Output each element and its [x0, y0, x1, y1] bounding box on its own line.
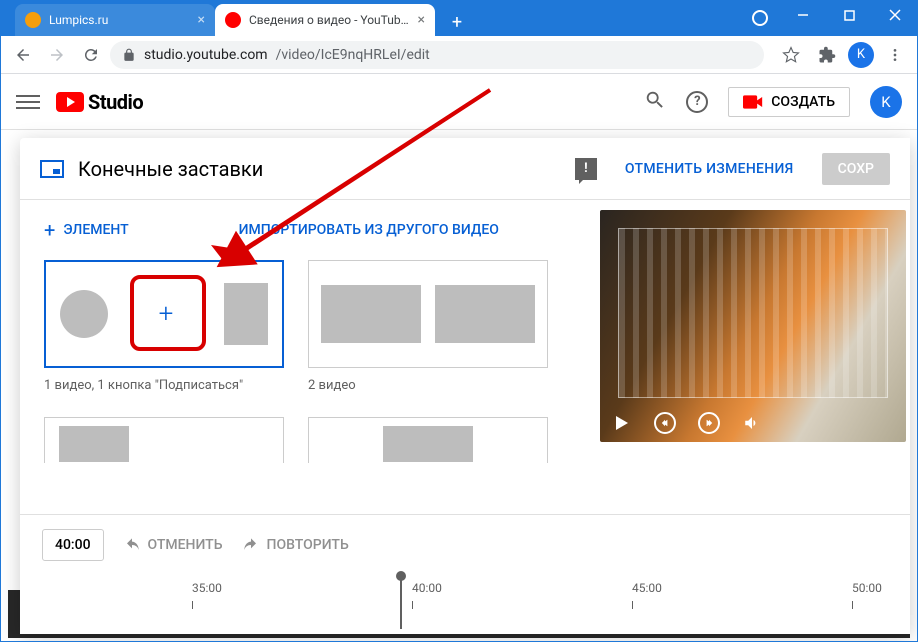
forward-button[interactable]: [698, 412, 720, 434]
video-preview-panel: [600, 200, 910, 514]
editor-title: Конечные заставки: [78, 157, 561, 181]
current-time[interactable]: 40:00: [42, 529, 104, 561]
redo-label: ПОВТОРИТЬ: [267, 537, 349, 553]
shield-icon[interactable]: [752, 10, 768, 26]
play-button[interactable]: [612, 413, 632, 433]
templates-panel: + ЭЛЕМЕНТ ИМПОРТИРОВАТЬ ИЗ ДРУГОГО ВИДЕО…: [20, 200, 600, 514]
plus-icon: +: [159, 299, 174, 329]
minimize-button[interactable]: [780, 0, 826, 30]
undo-icon: [122, 538, 142, 552]
video-rect-icon: [383, 426, 473, 462]
rewind-button[interactable]: [654, 412, 676, 434]
maximize-button[interactable]: [826, 0, 872, 30]
add-video-slot[interactable]: +: [122, 282, 210, 346]
menu-button[interactable]: [880, 40, 910, 70]
hamburger-icon[interactable]: [16, 90, 40, 114]
template-partial-2[interactable]: [308, 417, 548, 463]
video-preview[interactable]: [600, 210, 906, 442]
close-icon[interactable]: ×: [418, 12, 425, 28]
create-label: СОЗДАТЬ: [771, 94, 835, 110]
timeline: 40:00 ОТМЕНИТЬ ПОВТОРИТЬ 35:00 40:00 45:…: [20, 514, 910, 634]
studio-label: Studio: [88, 90, 143, 114]
cancel-button[interactable]: ОТМЕНИТЬ ИЗМЕНЕНИЯ: [625, 161, 794, 177]
import-button[interactable]: ИМПОРТИРОВАТЬ ИЗ ДРУГОГО ВИДЕО: [239, 218, 499, 242]
browser-profile-avatar[interactable]: K: [848, 42, 874, 68]
end-screen-editor: Конечные заставки ! ОТМЕНИТЬ ИЗМЕНЕНИЯ С…: [20, 138, 910, 634]
tab-title: Сведения о видео - YouTube Stu: [249, 13, 410, 27]
add-element-button[interactable]: + ЭЛЕМЕНТ: [44, 218, 129, 242]
tick: 35:00: [192, 581, 222, 595]
camera-icon: [743, 95, 763, 109]
video-rect-icon: [59, 426, 129, 462]
save-button[interactable]: СОХР: [822, 153, 890, 185]
tick: 50:00: [852, 581, 882, 595]
new-tab-button[interactable]: +: [443, 8, 471, 36]
template-2video[interactable]: 2 видео: [308, 260, 548, 393]
tab-lumpics[interactable]: Lumpics.ru ×: [15, 4, 215, 36]
close-icon[interactable]: ×: [198, 12, 205, 28]
yt-avatar[interactable]: K: [870, 86, 902, 118]
bookmark-button[interactable]: [776, 40, 806, 70]
forward-button[interactable]: [42, 40, 72, 70]
undo-button[interactable]: ОТМЕНИТЬ: [122, 537, 223, 553]
video-controls: [612, 412, 762, 434]
tick: 40:00: [412, 581, 442, 595]
youtube-icon: [56, 92, 84, 112]
plus-icon: +: [44, 218, 55, 242]
url-path: /video/IcE9nqHRLeI/edit: [276, 47, 430, 63]
extensions-button[interactable]: [812, 40, 842, 70]
yt-header: Studio ? СОЗДАТЬ K: [0, 74, 918, 130]
tab-title: Lumpics.ru: [49, 13, 190, 27]
address-bar: studio.youtube.com/video/IcE9nqHRLeI/edi…: [0, 36, 918, 74]
url-input[interactable]: studio.youtube.com/video/IcE9nqHRLeI/edi…: [110, 41, 764, 69]
element-label: ЭЛЕМЕНТ: [63, 222, 128, 238]
safe-area-overlay: [618, 228, 888, 398]
tick: 45:00: [632, 581, 662, 595]
video-rect-icon: [435, 285, 535, 343]
undo-label: ОТМЕНИТЬ: [148, 537, 223, 553]
template-1video-subscribe[interactable]: + 1 видео, 1 кнопка "Подписаться": [44, 260, 284, 393]
browser-titlebar: Lumpics.ru × Сведения о видео - YouTube …: [0, 0, 918, 36]
favicon-icon: [225, 12, 241, 28]
timeline-ruler[interactable]: 35:00 40:00 45:00 50:00: [42, 581, 888, 621]
video-rect-icon: [321, 285, 421, 343]
template-label: 1 видео, 1 кнопка "Подписаться": [44, 378, 284, 393]
redo-button[interactable]: ПОВТОРИТЬ: [241, 537, 349, 553]
template-partial-1[interactable]: [44, 417, 284, 463]
end-screen-icon: [40, 160, 64, 178]
lock-icon: [122, 48, 136, 62]
yt-studio-logo[interactable]: Studio: [56, 90, 143, 114]
import-label: ИМПОРТИРОВАТЬ ИЗ ДРУГОГО ВИДЕО: [239, 222, 499, 238]
volume-button[interactable]: [742, 413, 762, 433]
playhead[interactable]: [400, 577, 402, 629]
redo-icon: [241, 538, 261, 552]
back-button[interactable]: [8, 40, 38, 70]
template-label: 2 видео: [308, 378, 548, 393]
tab-youtube-studio[interactable]: Сведения о видео - YouTube Stu ×: [215, 4, 435, 36]
video-rect-icon: [224, 283, 268, 345]
close-button[interactable]: [872, 0, 918, 30]
editor-header: Конечные заставки ! ОТМЕНИТЬ ИЗМЕНЕНИЯ С…: [20, 138, 910, 200]
browser-tabs: Lumpics.ru × Сведения о видео - YouTube …: [0, 0, 471, 36]
feedback-icon[interactable]: !: [575, 158, 597, 180]
reload-button[interactable]: [76, 40, 106, 70]
create-button[interactable]: СОЗДАТЬ: [728, 87, 850, 117]
favicon-icon: [25, 12, 41, 28]
window-controls: [780, 0, 918, 30]
subscribe-circle-icon: [60, 290, 108, 338]
url-domain: studio.youtube.com: [144, 47, 268, 63]
search-icon[interactable]: [644, 89, 666, 115]
help-icon[interactable]: ?: [686, 91, 708, 113]
